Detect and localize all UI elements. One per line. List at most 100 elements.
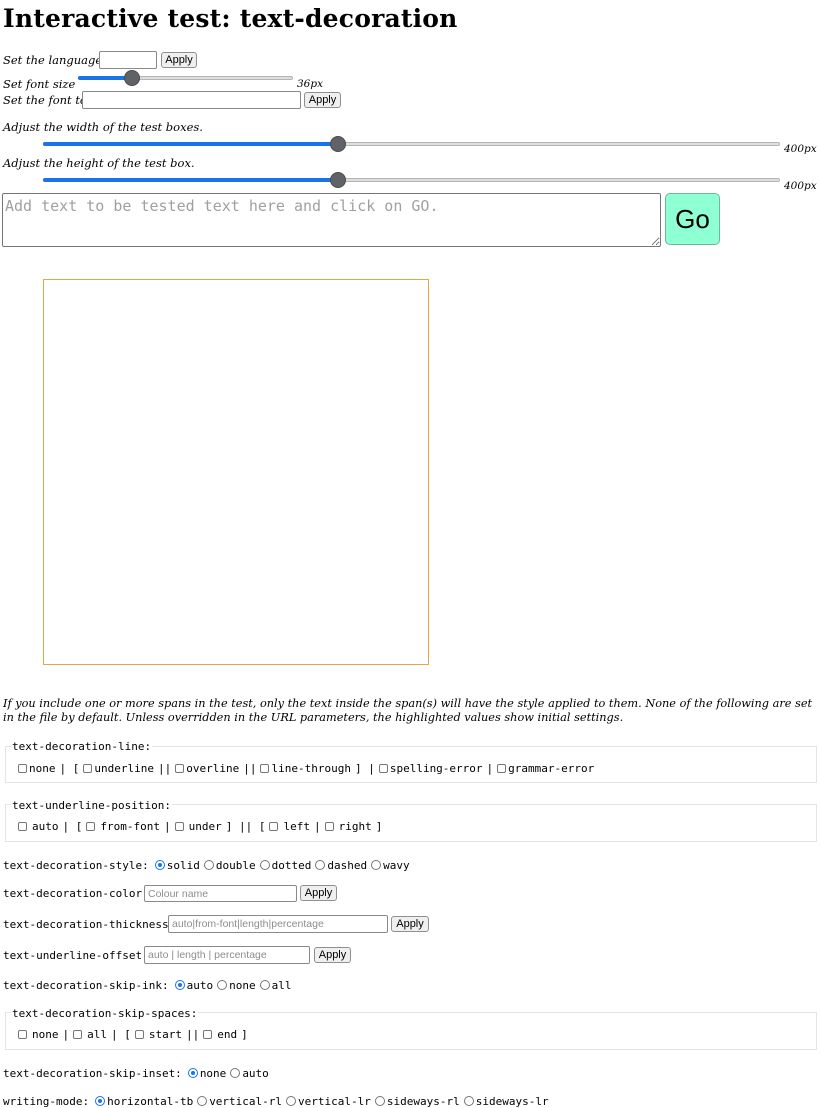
go-button[interactable]: Go [665,193,720,245]
text-decoration-skip-spaces-options: none | all | [ start || end ] [18,1027,252,1041]
option-label: none [32,1027,59,1041]
radio-all[interactable] [259,980,270,990]
separator: || [243,761,257,775]
radio-label: sideways-lr [475,1094,549,1108]
text-decoration-thickness-input[interactable] [168,915,388,933]
checkbox-none[interactable] [18,1029,27,1039]
text-decoration-skip-ink-row: text-decoration-skip-ink: auto none all [3,978,295,992]
checkbox-end[interactable] [203,1029,213,1039]
test-text-input[interactable] [2,193,661,247]
separator: || [157,761,172,775]
checkbox-spelling-error[interactable] [378,763,388,773]
checkbox-auto[interactable] [18,821,27,831]
text-decoration-style-row: text-decoration-style: solid double dotted… [3,858,414,872]
radio-label: double [215,858,256,872]
writing-mode-row: writing-mode: horizontal-tb vertical-rl ve… [3,1094,553,1108]
checkbox-grammar-error[interactable] [497,763,507,773]
checkbox-left[interactable] [269,821,279,831]
font-size-label: Set font size [3,77,76,91]
text-decoration-color-row: text-decoration-color: [3,886,149,900]
radio-label: vertical-rl [209,1094,283,1108]
radio-sideways-rl[interactable] [374,1096,385,1106]
checkbox-overline[interactable] [175,763,185,773]
radio-solid[interactable] [154,860,165,870]
text-decoration-color-input[interactable] [144,885,297,902]
text-decoration-line-options: none | [ underline || overline || line-t… [18,761,594,775]
text-underline-position-legend: text-underline-position: [11,799,172,812]
checkbox-all[interactable] [73,1029,83,1039]
slider-thumb[interactable] [329,172,346,188]
slider-fill [43,178,338,182]
font-input[interactable] [82,91,301,109]
option-label: from-font [100,819,160,833]
radio-none[interactable] [217,980,228,990]
text-decoration-thickness-row: text-decoration-thickness: [3,917,175,931]
radio-auto[interactable] [174,980,185,990]
instructions-note: If you include one or more spans in the … [3,697,813,724]
height-slider[interactable] [43,172,780,188]
font-size-slider[interactable] [78,70,293,86]
text-decoration-thickness-apply-button[interactable]: Apply [391,916,429,932]
checkbox-line-through[interactable] [260,763,270,773]
radio-label: horizontal-tb [107,1094,194,1108]
radio-sideways-lr[interactable] [463,1096,474,1106]
text-decoration-skip-spaces-legend: text-decoration-skip-spaces: [11,1007,199,1020]
separator: ] || [ [225,819,266,833]
separator: || [186,1027,200,1041]
text-underline-offset-apply-button[interactable]: Apply [314,947,351,963]
option-label: none [29,761,56,775]
text-decoration-style-options: solid double dotted dashed wavy [154,858,414,872]
option-label: end [217,1027,238,1041]
text-decoration-color-apply-button[interactable]: Apply [300,885,337,901]
language-label: Set the language [3,53,103,67]
radio-label: vertical-lr [298,1094,371,1108]
writing-mode-options: horizontal-tb vertical-rl vertical-lr sidew… [95,1095,553,1108]
option-label: auto [32,819,59,833]
separator: | [313,819,321,833]
radio-horizontal-tb[interactable] [95,1096,106,1106]
radio-label: dashed [327,858,368,872]
radio-auto[interactable] [230,1068,241,1078]
text-underline-offset-input[interactable] [144,946,310,964]
width-label: Adjust the width of the test boxes. [3,120,203,134]
slider-thumb[interactable] [329,136,346,152]
radio-none[interactable] [187,1068,198,1078]
writing-mode-label: writing-mode: [3,1094,90,1108]
language-apply-button[interactable]: Apply [161,52,197,68]
checkbox-right[interactable] [324,821,334,831]
checkbox-from-font[interactable] [86,821,96,831]
separator: ] | [354,761,375,775]
radio-label: none [229,978,256,992]
radio-vertical-rl[interactable] [197,1096,208,1106]
separator: | [62,1027,70,1041]
font-size-value: 36px [297,78,324,90]
checkbox-start[interactable] [134,1029,144,1039]
width-slider[interactable] [43,136,780,152]
font-apply-button[interactable]: Apply [304,92,341,108]
option-label: grammar-error [508,761,595,775]
test-box [43,279,429,665]
language-input[interactable] [99,51,157,69]
separator: ] [375,819,383,833]
option-label: start [148,1027,182,1041]
radio-wavy[interactable] [371,860,382,870]
text-decoration-skip-inset-options: none auto [187,1067,273,1080]
separator: | [ [111,1027,131,1041]
radio-label: all [271,978,292,992]
text-decoration-style-label: text-decoration-style: [3,858,149,872]
radio-dashed[interactable] [315,860,326,870]
text-decoration-skip-ink-label: text-decoration-skip-ink: [3,978,169,992]
text-decoration-skip-ink-options: auto none all [174,978,296,992]
text-underline-offset-label: text-underline-offset: [3,948,149,962]
checkbox-underline[interactable] [83,763,93,773]
radio-dotted[interactable] [259,860,270,870]
slider-thumb[interactable] [123,70,140,86]
checkbox-under[interactable] [174,821,184,831]
text-decoration-skip-inset-label: text-decoration-skip-inset: [3,1066,182,1080]
checkbox-none[interactable] [18,763,27,773]
radio-vertical-lr[interactable] [286,1096,297,1106]
radio-double[interactable] [203,860,214,870]
option-label: spelling-error [389,761,483,775]
option-label: right [338,819,372,833]
option-label: underline [94,761,154,775]
